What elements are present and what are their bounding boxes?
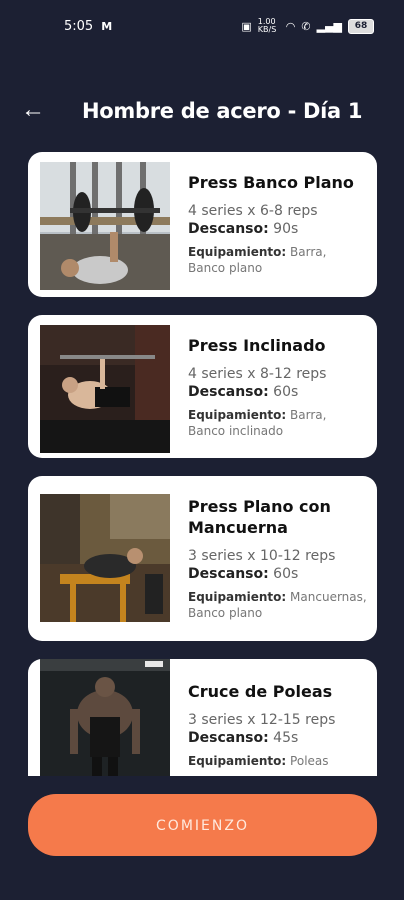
exercise-equipment: Equipamiento: Barra, Banco inclinado <box>188 407 367 439</box>
page-title: Hombre de acero - Día 1 <box>82 99 363 123</box>
rest-value: 90s <box>273 221 299 237</box>
exercise-card[interactable]: Press Banco Plano 4 series x 6-8 reps De… <box>28 152 377 297</box>
exercise-rest: Descanso: 45s <box>188 729 367 747</box>
exercise-image <box>40 162 170 290</box>
exercise-info: Press Plano con Mancuerna 3 series x 10-… <box>188 496 367 621</box>
arrow-left-icon: ← <box>21 96 45 123</box>
header: ← Hombre de acero - Día 1 <box>0 95 404 129</box>
rest-label: Descanso: <box>188 221 269 237</box>
call-icon: ✆ <box>301 19 311 33</box>
exercise-rest: Descanso: 60s <box>188 383 367 401</box>
exercise-info: Press Inclinado 4 series x 8-12 reps Des… <box>188 335 367 439</box>
nfc-icon: ▣ <box>241 19 252 33</box>
rest-label: Descanso: <box>188 566 269 582</box>
exercise-rest: Descanso: 90s <box>188 220 367 238</box>
exercise-sets: 4 series x 8-12 reps <box>188 366 327 382</box>
equipment-value: Poleas <box>290 754 329 768</box>
exercise-list[interactable]: Press Banco Plano 4 series x 6-8 reps De… <box>28 152 377 776</box>
clock: 5:05 <box>64 19 94 34</box>
exercise-name: Press Inclinado <box>188 336 326 355</box>
exercise-image <box>40 659 170 776</box>
rest-value: 60s <box>273 384 299 400</box>
exercise-equipment: Equipamiento: Poleas <box>188 753 367 769</box>
exercise-sets: 3 series x 12-15 reps <box>188 712 336 728</box>
equipment-label: Equipamiento: <box>188 245 287 259</box>
back-button[interactable]: ← <box>20 97 46 123</box>
exercise-sets: 3 series x 10-12 reps <box>188 548 336 564</box>
wifi-icon: ◠ <box>285 19 296 33</box>
rest-value: 45s <box>273 730 299 746</box>
equipment-label: Equipamiento: <box>188 754 287 768</box>
exercise-info: Cruce de Poleas 3 series x 12-15 reps De… <box>188 681 367 769</box>
battery-icon: 68 <box>348 18 374 34</box>
rest-label: Descanso: <box>188 730 269 746</box>
signal-icon: ▂▄▆ <box>316 19 342 33</box>
status-bar: 5:05 M ▣ 1.00 KB/S ◠ ✆ ▂▄▆ 68 <box>0 0 404 56</box>
exercise-card[interactable]: Cruce de Poleas 3 series x 12-15 reps De… <box>28 659 377 776</box>
exercise-name: Cruce de Poleas <box>188 682 333 701</box>
exercise-name: Press Banco Plano <box>188 173 354 192</box>
exercise-rest: Descanso: 60s <box>188 565 367 583</box>
rest-label: Descanso: <box>188 384 269 400</box>
network-speed: 1.00 KB/S <box>257 17 277 34</box>
exercise-name: Press Plano con Mancuerna <box>188 497 331 537</box>
equipment-label: Equipamiento: <box>188 590 287 604</box>
exercise-image <box>40 494 170 622</box>
carrier-icon: M <box>101 20 113 33</box>
rest-value: 60s <box>273 566 299 582</box>
equipment-label: Equipamiento: <box>188 408 287 422</box>
start-button[interactable]: COMIENZO <box>28 794 377 856</box>
exercise-card[interactable]: Press Inclinado 4 series x 8-12 reps Des… <box>28 315 377 458</box>
exercise-equipment: Equipamiento: Mancuernas, Banco plano <box>188 589 367 621</box>
exercise-equipment: Equipamiento: Barra, Banco plano <box>188 244 367 276</box>
exercise-info: Press Banco Plano 4 series x 6-8 reps De… <box>188 172 367 276</box>
exercise-sets: 4 series x 6-8 reps <box>188 203 318 219</box>
exercise-card[interactable]: Press Plano con Mancuerna 3 series x 10-… <box>28 476 377 641</box>
exercise-image <box>40 325 170 453</box>
